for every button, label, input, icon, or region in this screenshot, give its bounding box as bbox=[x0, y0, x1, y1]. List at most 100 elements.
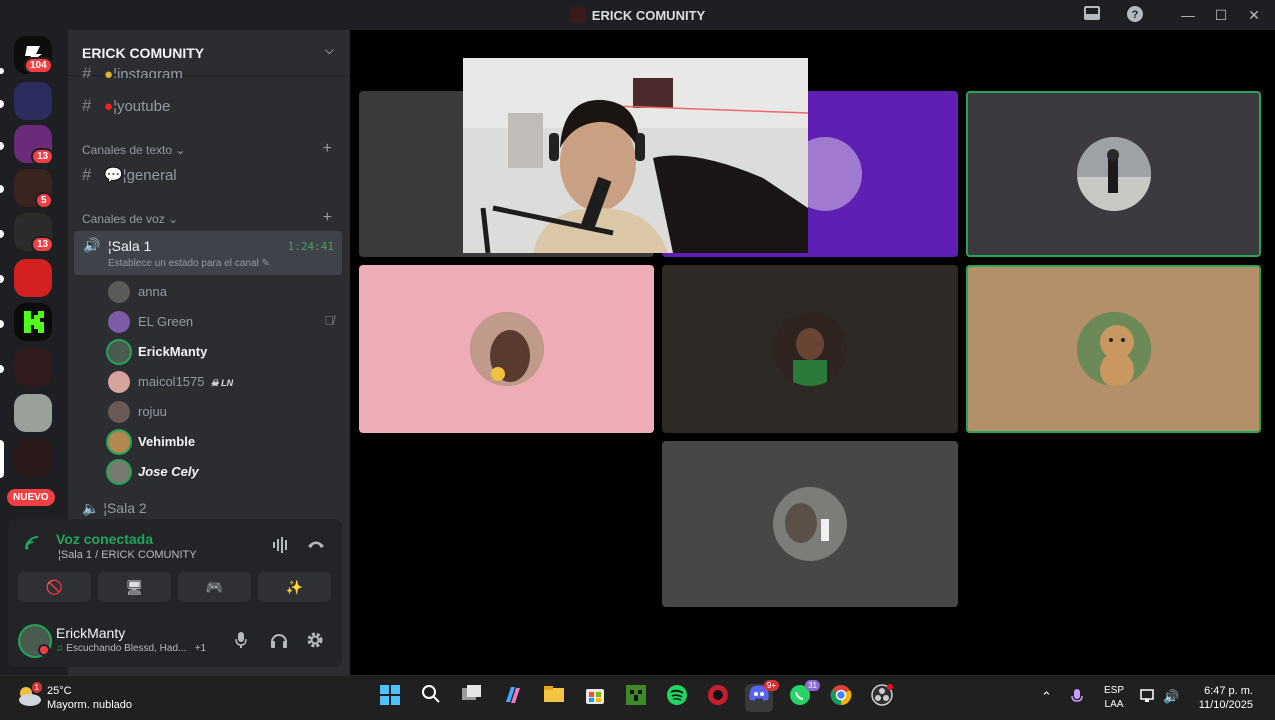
voice-user[interactable]: Jose Cely bbox=[108, 459, 342, 485]
user-name[interactable]: ErickManty bbox=[56, 625, 125, 641]
activity-extra-count: +1 bbox=[194, 643, 207, 654]
channel-instagram[interactable]: # ●¦instagram bbox=[82, 64, 183, 78]
new-badge[interactable]: NUEVO bbox=[7, 489, 55, 506]
voice-user-name: ErickManty bbox=[138, 344, 208, 359]
voice-user[interactable]: ErickManty bbox=[108, 339, 342, 365]
network-icon[interactable] bbox=[1140, 689, 1156, 706]
video-tile[interactable] bbox=[966, 91, 1261, 257]
microphone-icon[interactable] bbox=[234, 631, 248, 654]
voice-user[interactable]: maicol1575 ☠ LN bbox=[108, 369, 342, 395]
headphones-icon[interactable] bbox=[270, 631, 288, 654]
obs-icon[interactable] bbox=[868, 684, 896, 712]
minecraft-icon[interactable] bbox=[622, 684, 650, 712]
deafened-icon: 🎙̸ bbox=[324, 313, 334, 328]
music-icon: ♫ bbox=[56, 643, 64, 654]
add-channel-icon[interactable]: + bbox=[323, 140, 332, 158]
unread-pill bbox=[0, 100, 4, 108]
participant-avatar bbox=[773, 487, 847, 561]
voice-channel-sala-1[interactable]: 🔊 ¦Sala 1 1:24:41 Establece un estado pa… bbox=[74, 231, 342, 275]
avatar bbox=[108, 281, 130, 303]
gear-icon[interactable] bbox=[306, 631, 324, 654]
chevron-down-icon: ⌵ bbox=[324, 43, 334, 57]
camera-preview[interactable] bbox=[463, 58, 808, 253]
avatar bbox=[108, 311, 130, 333]
start-button[interactable] bbox=[376, 684, 404, 712]
close-button[interactable]: ✕ bbox=[1243, 5, 1265, 25]
copilot-icon[interactable] bbox=[499, 684, 527, 712]
add-channel-icon[interactable]: + bbox=[323, 209, 332, 227]
activities-button[interactable]: 🎮 bbox=[178, 572, 251, 602]
voice-user-name: anna bbox=[138, 284, 167, 299]
server-name: ERICK COMUNITY bbox=[82, 45, 205, 61]
minimize-button[interactable]: — bbox=[1177, 5, 1199, 25]
video-tile[interactable] bbox=[662, 265, 958, 433]
svg-text:?: ? bbox=[1132, 9, 1139, 21]
channel-status-text: Establece un estado para el canal bbox=[108, 258, 259, 269]
whatsapp-icon[interactable]: 31 bbox=[786, 680, 820, 712]
speaker-icon: 🔊 bbox=[83, 237, 101, 253]
noise-suppression-icon[interactable] bbox=[272, 537, 290, 557]
help-icon[interactable]: ? bbox=[1124, 5, 1146, 25]
weather-temperature[interactable]: 25°C bbox=[47, 685, 72, 697]
weather-badge: 1 bbox=[31, 682, 42, 693]
unread-pill bbox=[0, 230, 4, 238]
server-badge-3: 13 bbox=[31, 148, 55, 165]
voice-user-name: Vehimble bbox=[138, 434, 196, 449]
screen-share-button[interactable]: 🖥 bbox=[98, 572, 171, 602]
input-language[interactable]: ESP LAA bbox=[1104, 684, 1124, 712]
chevron-down-icon: ⌄ bbox=[175, 143, 186, 157]
voice-user[interactable]: anna bbox=[108, 279, 342, 305]
camera-off-button[interactable]: 🚫 bbox=[18, 572, 91, 602]
server-icon-erick[interactable] bbox=[14, 439, 52, 477]
server-icon-6[interactable] bbox=[14, 259, 52, 297]
language-code: ESP bbox=[1104, 685, 1125, 696]
discord-taskbar-icon[interactable]: 9+ bbox=[745, 680, 779, 712]
category-voice[interactable]: Canales de voz ⌄ bbox=[82, 212, 178, 226]
selected-pill bbox=[0, 440, 4, 478]
chrome-icon[interactable] bbox=[827, 684, 855, 712]
system-clock[interactable]: 6:47 p. m. 11/10/2025 bbox=[1193, 684, 1253, 712]
speaker-icon: 🔈 bbox=[82, 500, 100, 516]
avatar bbox=[108, 371, 130, 393]
maximize-button[interactable]: ☐ bbox=[1210, 5, 1232, 25]
microphone-tray-icon[interactable] bbox=[1071, 689, 1083, 708]
server-icon-9[interactable] bbox=[14, 394, 52, 432]
store-icon[interactable] bbox=[581, 684, 609, 712]
weather-cloud-icon[interactable]: 1 bbox=[16, 682, 42, 707]
spotify-icon[interactable] bbox=[663, 684, 691, 712]
voice-channel-name: ¦Sala 2 bbox=[103, 500, 147, 516]
category-text[interactable]: Canales de texto ⌄ bbox=[82, 143, 185, 157]
voice-channel-path[interactable]: ¦Sala 1 / ERICK COMUNITY bbox=[58, 549, 197, 561]
voice-user[interactable]: EL Green 🎙̸ bbox=[108, 309, 342, 335]
weather-description[interactable]: Mayorm. nublado bbox=[47, 699, 132, 711]
channel-status-prompt[interactable]: Establece un estado para el canal ✎ bbox=[108, 258, 270, 269]
window-title-text: ERICK COMUNITY bbox=[591, 8, 706, 23]
discord-badge: 9+ bbox=[763, 680, 779, 691]
video-tile[interactable] bbox=[662, 441, 958, 607]
soundboard-button[interactable]: ✨ bbox=[258, 572, 331, 602]
server-icon-kick[interactable] bbox=[14, 303, 52, 341]
voice-user[interactable]: rojuu bbox=[108, 399, 342, 425]
volume-icon[interactable]: 🔊 bbox=[1163, 689, 1179, 705]
task-view-icon[interactable] bbox=[458, 684, 486, 712]
signal-icon[interactable] bbox=[24, 535, 40, 555]
chevron-up-icon[interactable]: ⌃ bbox=[1041, 689, 1052, 705]
camera-off-icon: 🚫 bbox=[45, 579, 64, 595]
server-logo-icon bbox=[569, 7, 586, 23]
video-tile[interactable] bbox=[359, 265, 654, 433]
disconnect-icon[interactable] bbox=[307, 537, 325, 554]
server-icon-2[interactable] bbox=[14, 82, 52, 120]
channel-youtube[interactable]: # ●¦youtube bbox=[82, 96, 170, 118]
inbox-icon[interactable] bbox=[1081, 5, 1103, 25]
server-icon-8[interactable] bbox=[14, 348, 52, 386]
search-icon[interactable] bbox=[417, 684, 445, 712]
voice-user[interactable]: Vehimble bbox=[108, 429, 342, 455]
video-tile[interactable] bbox=[966, 265, 1261, 433]
user-activity: ♫ Escuchando Blessd, Had... +1 bbox=[56, 643, 206, 654]
file-explorer-icon[interactable] bbox=[540, 684, 568, 712]
channel-general[interactable]: # 💬¦general bbox=[82, 165, 177, 187]
hash-icon: # bbox=[82, 64, 92, 78]
voice-channel-sala-2[interactable]: 🔈 ¦Sala 2 bbox=[82, 500, 147, 517]
game-launcher-icon[interactable] bbox=[704, 684, 732, 712]
avatar bbox=[108, 341, 130, 363]
